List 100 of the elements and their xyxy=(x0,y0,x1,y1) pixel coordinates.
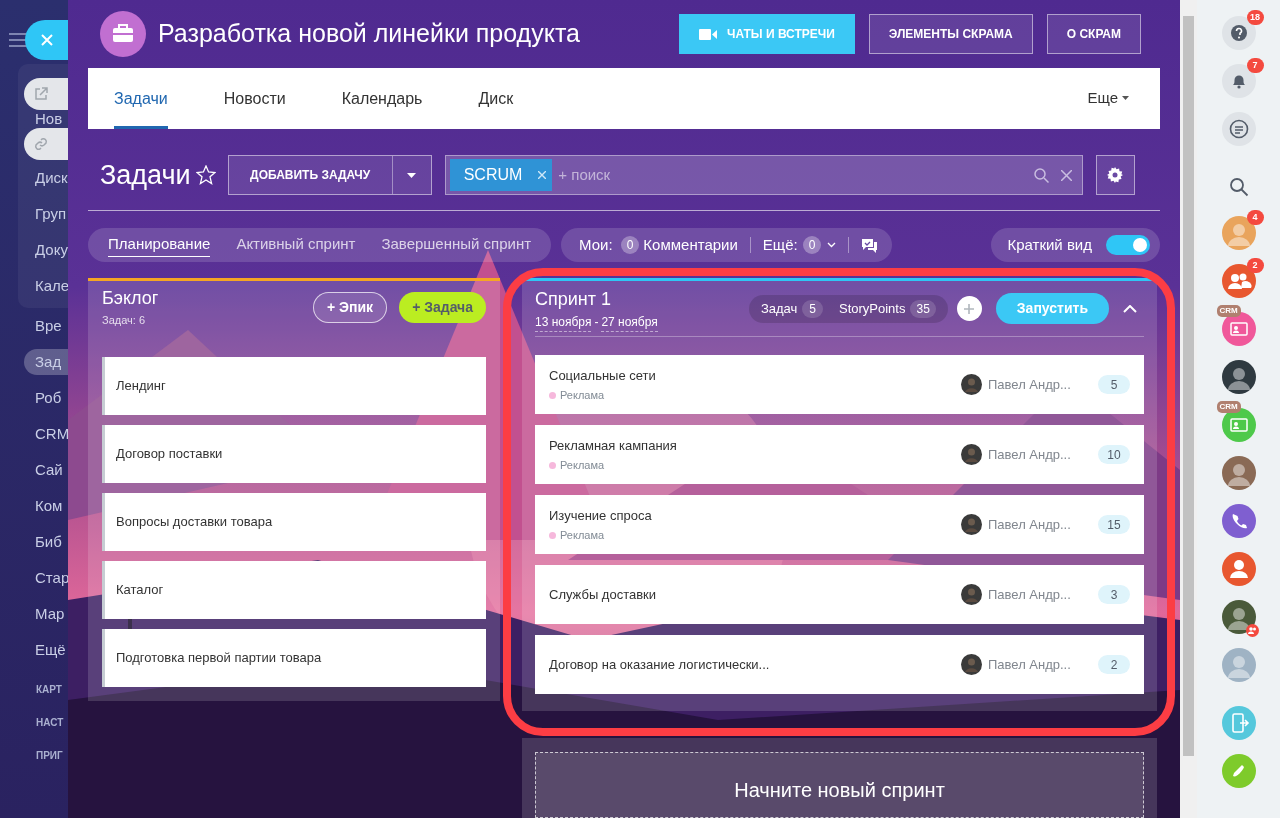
share-button[interactable] xyxy=(24,78,68,110)
avatar xyxy=(961,444,982,465)
close-button[interactable] xyxy=(25,20,68,60)
view-tab[interactable]: Активный спринт xyxy=(236,233,356,257)
story-points-badge: 2 xyxy=(1098,655,1130,674)
epic-tag[interactable]: Реклама xyxy=(560,457,605,474)
briefcase-icon xyxy=(100,11,146,58)
sidebar-section-label[interactable]: КАРТ xyxy=(36,682,68,697)
assignee-name[interactable]: Павел Андр... xyxy=(988,654,1084,675)
view-tab[interactable]: Завершенный спринт xyxy=(381,233,532,257)
sidebar-item[interactable]: Диск xyxy=(18,160,68,196)
new-sprint-dropzone[interactable]: Начните новый спринт xyxy=(535,752,1144,818)
counter-label: Мои: xyxy=(579,234,613,255)
count-badge: 0 xyxy=(802,236,822,254)
header-button[interactable]: О СКРАМ xyxy=(1046,14,1141,55)
avatar xyxy=(961,514,982,535)
sidebar-item[interactable]: Стар xyxy=(18,560,68,596)
more-tab[interactable]: Еще xyxy=(1087,86,1129,110)
search-icon[interactable] xyxy=(1033,167,1049,183)
task-card[interactable]: Службы доставки Павел Андр... 3 xyxy=(535,565,1144,624)
task-name: Договор на оказание логистически... xyxy=(549,655,770,674)
copy-link-button[interactable] xyxy=(24,128,68,160)
bell-icon[interactable] xyxy=(1221,64,1256,98)
sidebar-item[interactable]: Ком xyxy=(18,488,68,524)
epic-tag[interactable]: Реклама xyxy=(560,387,605,404)
task-card[interactable]: Изучение спроса Реклама Павел Андр... 15 xyxy=(535,495,1144,554)
caret-icon xyxy=(1122,96,1129,101)
toggle-switch[interactable] xyxy=(1106,235,1150,255)
task-card[interactable]: Социальные сети Реклама Павел Андр... 5 xyxy=(535,355,1144,414)
project-title: Разработка новой линейки продукта xyxy=(158,18,580,50)
story-points-badge: 10 xyxy=(1098,445,1130,464)
contact-card-icon[interactable] xyxy=(1221,312,1256,346)
task-name: Социальные сети xyxy=(549,366,656,385)
sprint-date[interactable]: 13 ноября xyxy=(535,312,592,332)
task-card[interactable]: Лендинг xyxy=(102,357,486,415)
notification-badge: 2 xyxy=(1246,258,1264,273)
chevron-icon[interactable] xyxy=(1123,304,1137,313)
avatar[interactable] xyxy=(1221,360,1256,394)
tab[interactable]: Диск xyxy=(478,68,514,130)
tab[interactable]: Задачи xyxy=(114,68,168,130)
sidebar-item[interactable]: Биб xyxy=(18,524,68,560)
close-icon[interactable] xyxy=(1060,169,1072,181)
sidebar-item[interactable]: Мар xyxy=(18,596,68,632)
external-link-icon xyxy=(34,87,48,101)
sidebar-section-label[interactable]: НАСТ xyxy=(36,715,68,730)
assignee-name[interactable]: Павел Андр... xyxy=(988,374,1084,395)
task-name: Службы доставки xyxy=(549,585,657,604)
crm-badge: CRM xyxy=(1216,305,1241,317)
group-icon[interactable] xyxy=(1221,264,1256,298)
avatar[interactable] xyxy=(1221,600,1256,634)
count-badge: 0 xyxy=(620,236,640,254)
sidebar-item[interactable]: Нов xyxy=(18,110,68,128)
column-title: Бэклог xyxy=(102,287,159,311)
add-button[interactable]: + Эпик xyxy=(313,291,388,323)
task-card[interactable]: Вопросы доставки товара xyxy=(102,493,486,551)
header-button[interactable]: ЭЛЕМЕНТЫ СКРАМА xyxy=(868,14,1033,55)
plus-icon xyxy=(964,303,975,314)
chevron-down-icon[interactable] xyxy=(827,242,837,248)
task-name: Изучение спроса xyxy=(549,506,652,525)
sidebar-item[interactable]: Доку xyxy=(18,232,68,268)
contact-card-icon[interactable] xyxy=(1221,408,1256,442)
avatar[interactable] xyxy=(1221,456,1256,490)
task-card[interactable]: Подготовка первой партии товара xyxy=(102,629,486,687)
story-points-badge: 5 xyxy=(1098,375,1130,394)
sidebar-item[interactable]: Сай xyxy=(18,452,68,488)
scrollbar[interactable] xyxy=(1180,0,1197,818)
assignee-name[interactable]: Павел Андр... xyxy=(988,514,1084,535)
settings-button[interactable] xyxy=(1095,155,1135,196)
star-icon[interactable] xyxy=(195,165,216,186)
assignee-name[interactable]: Павел Андр... xyxy=(988,584,1084,605)
sidebar-item[interactable]: Роб xyxy=(18,380,68,416)
notification-badge: 7 xyxy=(1246,58,1264,73)
menu-icon[interactable] xyxy=(9,33,27,47)
task-name: Рекламная кампания xyxy=(549,436,677,455)
task-card[interactable]: Рекламная кампания Реклама Павел Андр... 10 xyxy=(535,425,1144,484)
sprint-date[interactable]: 27 ноября xyxy=(601,312,658,332)
sidebar-item[interactable]: Вре xyxy=(18,308,68,344)
epic-tag[interactable]: Реклама xyxy=(560,527,605,544)
sidebar-item[interactable]: CRM xyxy=(18,416,68,452)
assignee-name[interactable]: Павел Андр... xyxy=(988,444,1084,465)
comments-filter[interactable]: Комментарии xyxy=(643,233,738,257)
close-icon[interactable] xyxy=(538,171,547,180)
sidebar-item[interactable]: Ещё xyxy=(18,632,68,668)
task-card[interactable]: Договор на оказание логистически... Павел Андр... 2 xyxy=(535,635,1144,694)
sidebar-item[interactable]: Кале xyxy=(18,268,68,304)
sidebar-item[interactable]: Груп xyxy=(18,196,68,232)
view-tab[interactable]: Планирование xyxy=(108,233,211,257)
user-icon[interactable] xyxy=(1221,552,1256,586)
task-card[interactable]: Каталог xyxy=(102,561,486,619)
tab[interactable]: Новости xyxy=(223,68,286,130)
column-title: Спринт 1 xyxy=(535,287,612,311)
chat-bubble-icon[interactable] xyxy=(861,237,879,253)
stat-label: Задач xyxy=(760,299,798,318)
date-separator: - xyxy=(593,313,600,331)
sidebar-section-label[interactable]: ПРИГ xyxy=(36,748,68,763)
chat-icon[interactable] xyxy=(1221,112,1256,146)
task-card[interactable]: Договор поставки xyxy=(102,425,486,483)
notification-badge: 4 xyxy=(1246,210,1264,225)
link-icon xyxy=(34,137,48,151)
tab[interactable]: Календарь xyxy=(341,68,423,130)
